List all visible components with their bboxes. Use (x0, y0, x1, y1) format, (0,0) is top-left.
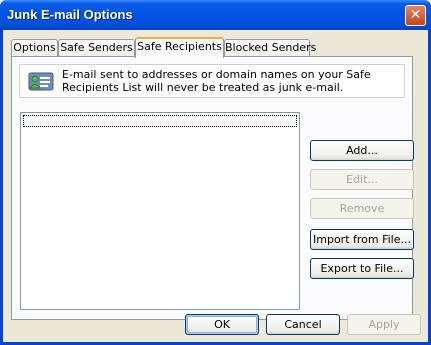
add-button[interactable]: Add... (310, 140, 414, 161)
remove-button[interactable]: Remove (310, 198, 414, 219)
cancel-button[interactable]: Cancel (266, 314, 340, 335)
edit-button[interactable]: Edit... (310, 169, 414, 190)
dialog-window: Junk E-mail Options ✕ Options Safe Sende… (0, 0, 431, 345)
close-icon[interactable]: ✕ (405, 5, 426, 26)
dialog-body: Options Safe Senders Safe Recipients Blo… (3, 30, 428, 342)
tab-options[interactable]: Options (11, 39, 58, 56)
list-focus-row[interactable] (23, 115, 297, 127)
tab-panel: E-mail sent to addresses or domain names… (11, 56, 414, 320)
apply-button[interactable]: Apply (347, 314, 421, 335)
export-to-file-button[interactable]: Export to File... (310, 258, 414, 279)
people-contacts-icon (28, 72, 54, 91)
import-from-file-button[interactable]: Import from File... (310, 229, 414, 250)
tab-safe-senders[interactable]: Safe Senders (58, 39, 135, 56)
info-text: E-mail sent to addresses or domain names… (62, 68, 371, 94)
window-title: Junk E-mail Options (7, 7, 133, 22)
safe-recipients-list[interactable] (20, 112, 300, 310)
ok-button[interactable]: OK (185, 314, 259, 335)
title-bar[interactable]: Junk E-mail Options ✕ (0, 0, 431, 30)
tab-blocked-senders[interactable]: Blocked Senders (224, 39, 316, 56)
tab-safe-recipients[interactable]: Safe Recipients (135, 37, 224, 58)
info-box: E-mail sent to addresses or domain names… (19, 64, 405, 98)
